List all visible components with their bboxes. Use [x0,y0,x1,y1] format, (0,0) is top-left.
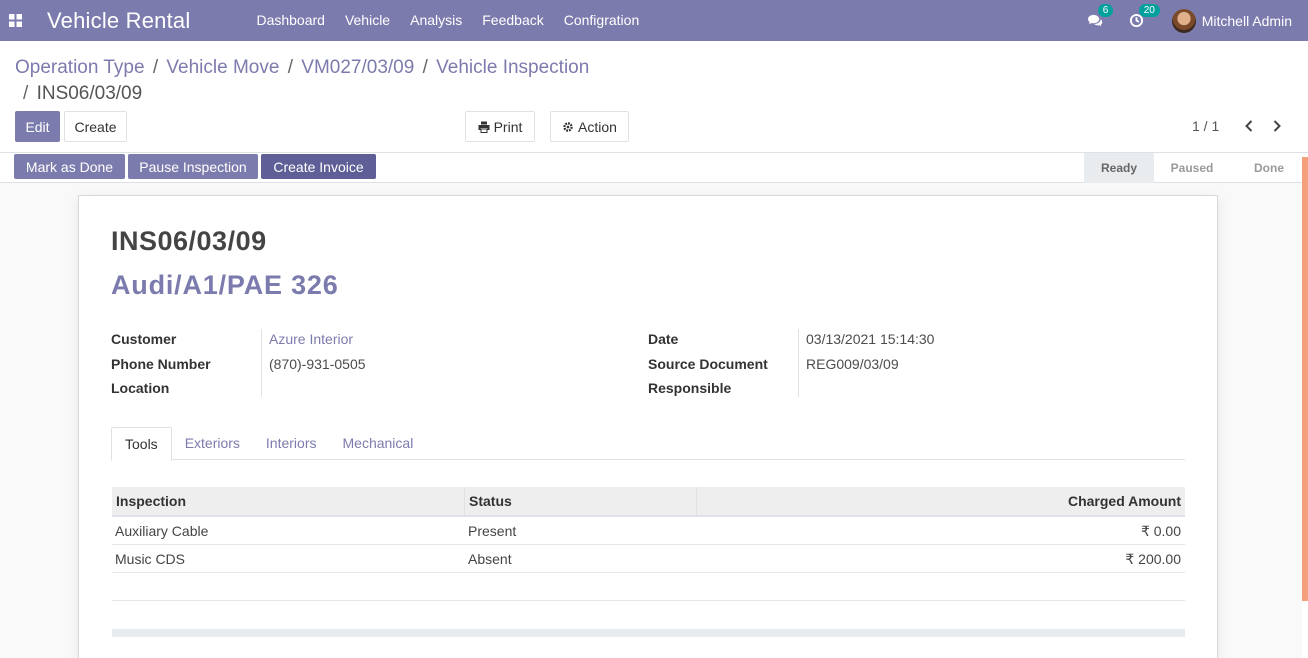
gear-icon [563,121,573,132]
breadcrumb-separator: / [23,83,29,104]
date-value: 03/13/2021 15:14:30 [806,331,935,347]
column-status[interactable]: Status [465,487,697,515]
stage-paused[interactable]: Paused [1154,153,1230,183]
table-empty-row [112,573,1185,601]
notebook-tabs: Tools Exteriors Interiors Mechanical [111,427,1185,461]
table-row[interactable]: Auxiliary Cable Present ₹ 0.00 [112,517,1185,545]
breadcrumb-operation-type[interactable]: Operation Type [15,57,145,78]
pause-inspection-button[interactable]: Pause Inspection [128,154,258,179]
systray: 6 20 Mitchell Admin [1087,0,1308,41]
customer-value[interactable]: Azure Interior [269,331,353,347]
breadcrumb-vehicle-move[interactable]: Vehicle Move [166,57,279,78]
field-divider [798,329,799,397]
column-inspection[interactable]: Inspection [112,487,465,515]
breadcrumb-separator: / [152,57,159,78]
table-header: Inspection Status Charged Amount [112,487,1185,517]
user-menu[interactable]: Mitchell Admin [1171,8,1292,33]
tab-exteriors[interactable]: Exteriors [172,427,253,459]
tab-interiors[interactable]: Interiors [253,427,330,459]
app-title[interactable]: Vehicle Rental [47,8,190,34]
cell-status: Absent [468,551,512,567]
mark-as-done-button[interactable]: Mark as Done [14,154,125,179]
form-sheet: INS06/03/09 Audi/A1/PAE 326 Customer Pho… [78,195,1218,658]
menu-item-feedback[interactable]: Feedback [472,0,553,41]
pager-previous-button[interactable] [1239,116,1259,136]
chevron-left-icon [1245,120,1253,132]
cell-charged-amount: ₹ 200.00 [1125,551,1181,567]
date-label: Date [648,331,679,347]
phone-number-value: (870)-931-0505 [269,356,366,372]
breadcrumb-vehicle-inspection[interactable]: Vehicle Inspection [436,57,589,78]
phone-number-label: Phone Number [111,356,211,372]
chevron-right-icon [1273,120,1281,132]
user-name: Mitchell Admin [1201,12,1292,29]
menu-item-analysis[interactable]: Analysis [400,0,472,41]
create-invoice-button[interactable]: Create Invoice [261,154,376,179]
print-label: Print [493,118,523,135]
action-button[interactable]: Action [550,111,629,142]
inspection-table: Inspection Status Charged Amount Auxilia… [112,487,1185,637]
breadcrumb-vehicle-move-record[interactable]: VM027/03/09 [301,57,414,78]
activities-count-badge: 20 [1138,4,1160,17]
avatar [1171,8,1196,33]
menu-item-configration[interactable]: Configration [554,0,650,41]
customer-label: Customer [111,331,177,347]
responsible-label: Responsible [648,380,732,396]
create-button[interactable]: Create [64,111,127,142]
breadcrumb: Operation Type / Vehicle Move / VM027/03… [15,55,655,107]
scrollbar[interactable] [1302,157,1308,601]
apps-menu-icon[interactable] [0,0,30,41]
column-charged-amount[interactable]: Charged Amount [697,487,1185,515]
cell-status: Present [468,523,517,539]
action-label: Action [578,118,617,135]
pager-value[interactable]: 1 / 1 [1192,118,1219,134]
cell-inspection: Music CDS [115,551,186,567]
top-navbar: Vehicle Rental Dashboard Vehicle Analysi… [0,0,1308,41]
main-menu: Dashboard Vehicle Analysis Feedback Conf… [246,0,649,41]
source-document-label: Source Document [648,356,768,372]
menu-item-dashboard[interactable]: Dashboard [246,0,335,41]
pager-next-button[interactable] [1267,116,1287,136]
edit-button[interactable]: Edit [15,111,60,142]
field-divider [261,329,262,397]
breadcrumb-current: INS06/03/09 [36,83,143,104]
print-button[interactable]: Print [465,111,535,142]
messages-button[interactable]: 6 [1087,4,1114,28]
location-label: Location [111,380,170,396]
form-statusbar: Mark as Done Pause Inspection Create Inv… [0,152,1308,183]
table-row[interactable]: Music CDS Absent ₹ 200.00 [112,545,1185,573]
tab-mechanical[interactable]: Mechanical [330,427,427,459]
tab-tools[interactable]: Tools [111,427,172,461]
cell-inspection: Auxiliary Cable [115,523,209,539]
breadcrumb-separator: / [287,57,293,78]
vehicle-name: Audi/A1/PAE 326 [111,270,339,300]
activities-button[interactable]: 20 [1129,4,1160,28]
stage-done[interactable]: Done [1230,153,1308,183]
menu-item-vehicle[interactable]: Vehicle [335,0,400,41]
messages-count-badge: 6 [1097,4,1114,17]
table-footer [112,629,1185,637]
breadcrumb-separator: / [422,57,428,78]
record-title: INS06/03/09 [111,226,267,256]
printer-icon [478,121,490,133]
cell-charged-amount: ₹ 0.00 [1140,523,1181,539]
source-document-value: REG009/03/09 [806,356,899,372]
status-stages: Ready Paused Done [1084,153,1308,183]
stage-ready: Ready [1084,153,1154,183]
